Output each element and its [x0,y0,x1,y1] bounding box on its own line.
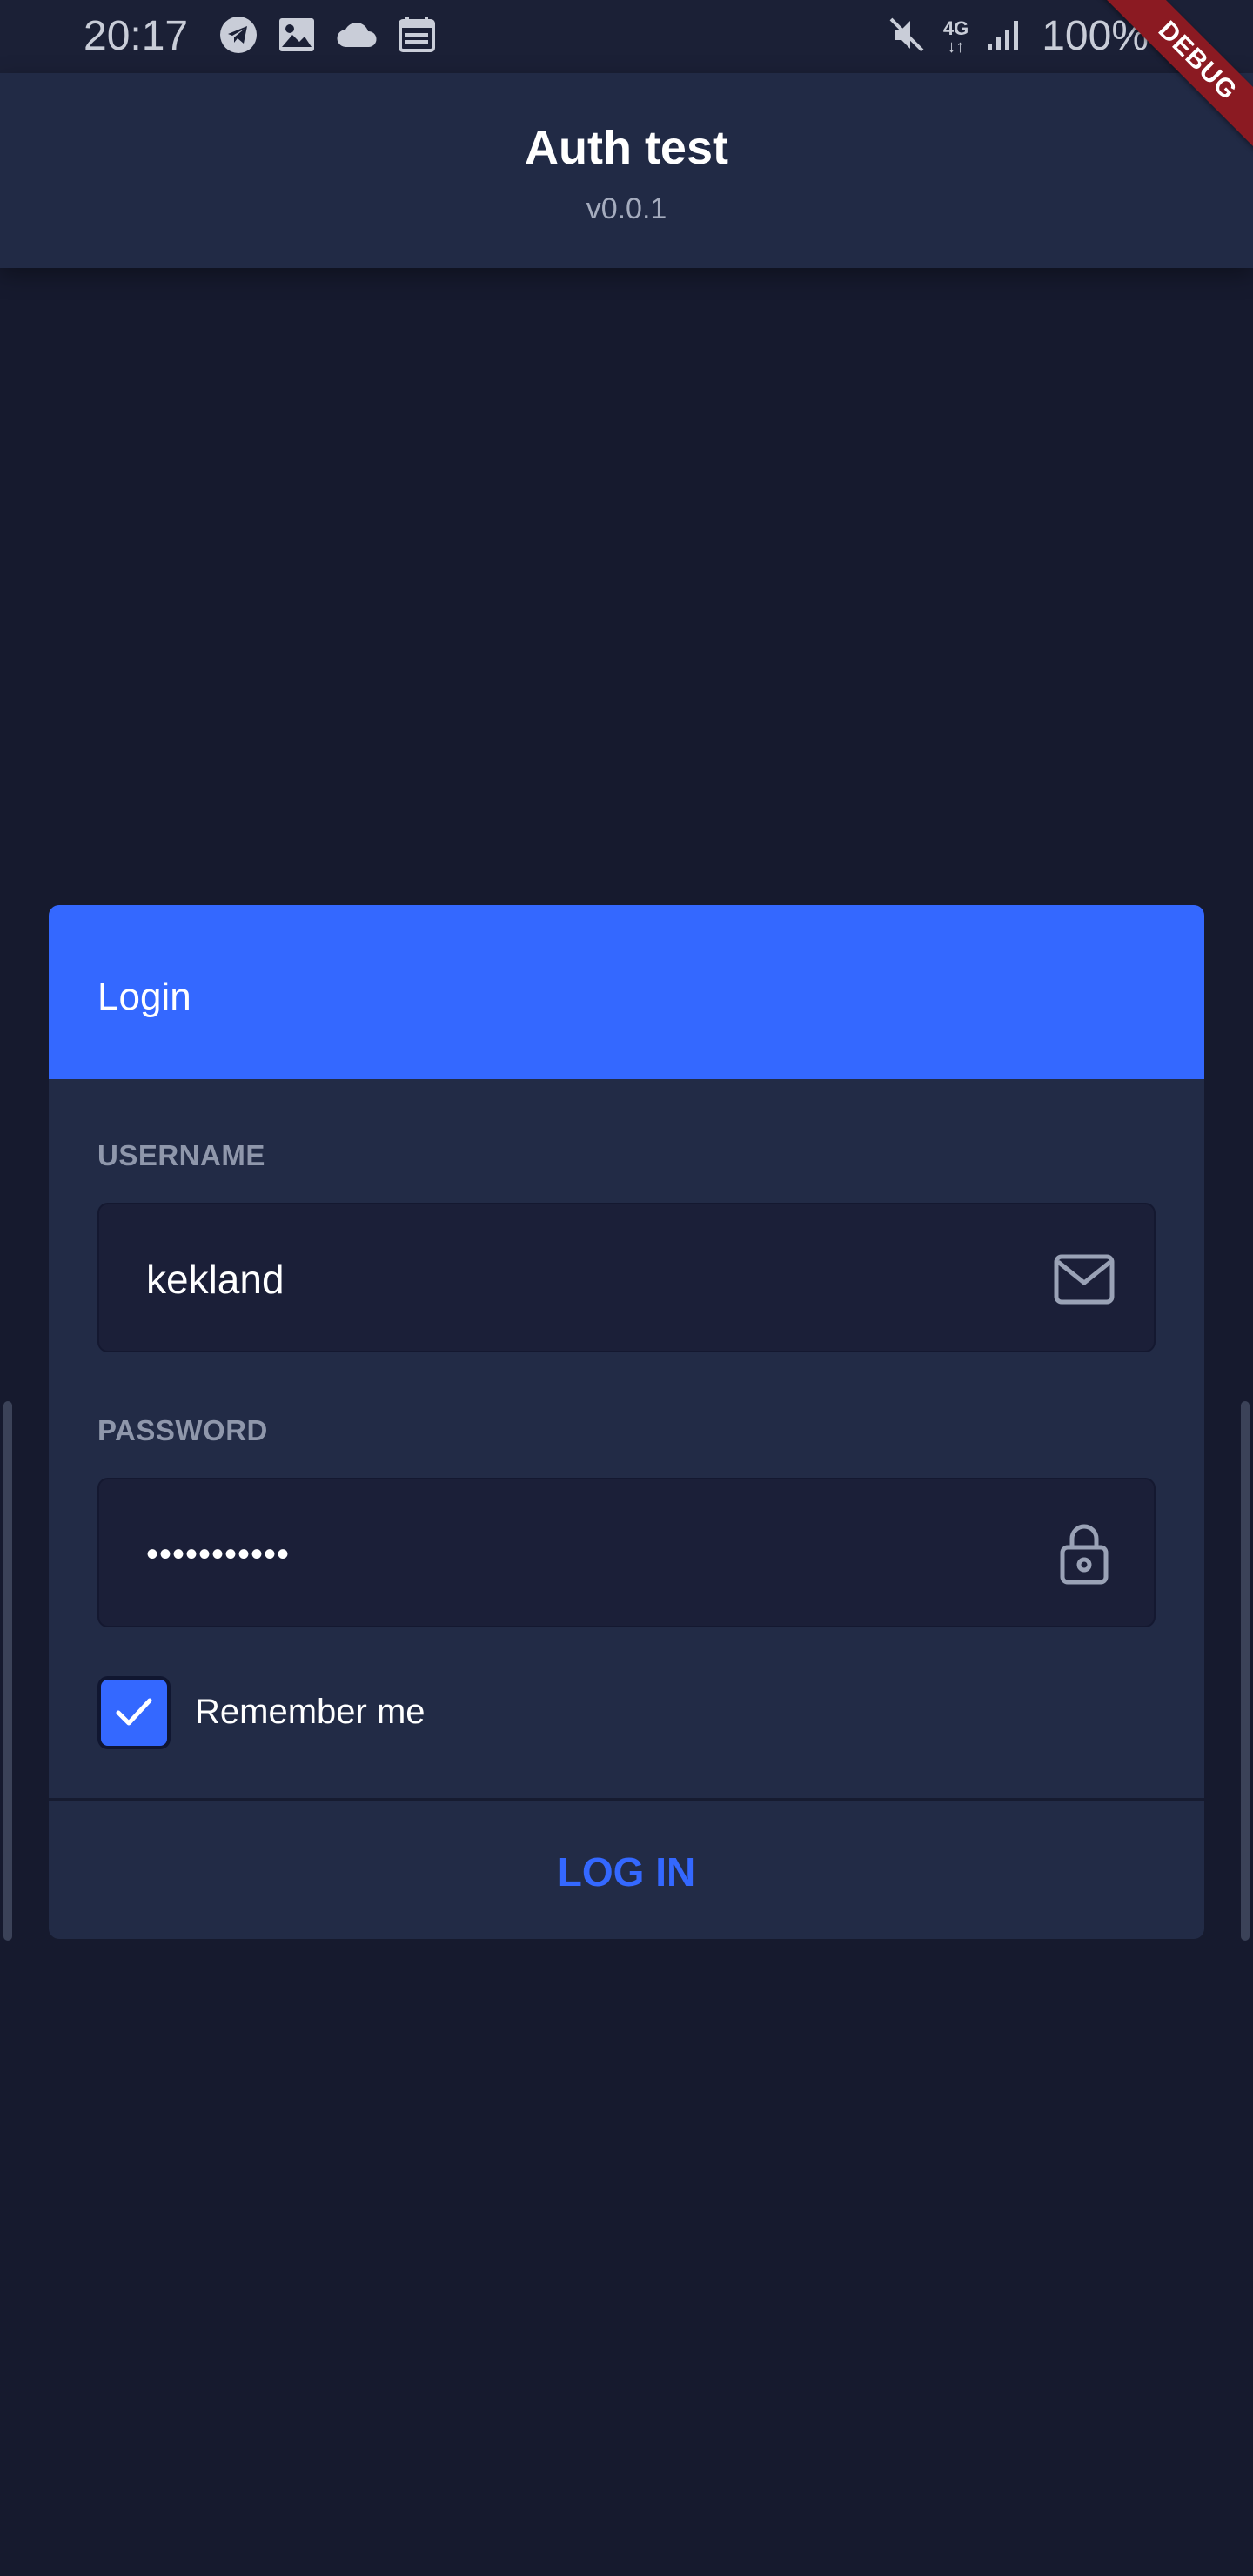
login-card-title: Login [97,976,191,1018]
login-card-header: Login [49,905,1204,1079]
network-label: 4G [942,17,969,39]
calendar-icon [399,17,435,57]
app-bar: Auth test v0.0.1 [0,73,1253,268]
mute-icon [888,16,926,58]
username-value: kekland [146,1257,285,1302]
cloud-icon [336,21,378,53]
status-time: 20:17 [84,13,189,59]
app-title: Auth test [525,122,728,174]
signal-icon [986,17,1024,57]
network-arrows: ↓↑ [947,37,965,57]
login-button-label: LOG IN [557,1849,696,1895]
remember-me-checkbox[interactable] [97,1676,171,1749]
login-button[interactable]: LOG IN [49,1801,1204,1939]
telegram-icon [219,16,258,58]
status-icons-left [219,16,435,58]
mail-icon [1053,1251,1116,1307]
app-version: v0.0.1 [586,192,667,225]
gallery-icon [278,17,315,57]
lock-icon [1058,1519,1110,1586]
right-scrollbar[interactable] [1241,1401,1250,1941]
left-scrollbar[interactable] [3,1401,12,1941]
debug-banner-label: DEBUG [1089,0,1253,169]
username-label: USERNAME [97,1139,265,1171]
checkmark-icon [116,1698,152,1726]
network-4g-icon: 4G ↓↑ [942,17,969,57]
status-bar: 20:17 4G ↓↑ 100% [0,0,1253,73]
username-field[interactable]: kekland [97,1203,1156,1352]
password-value: ••••••••••• [146,1535,291,1573]
login-card: Login USERNAME kekland PASSWORD ••••••••… [49,905,1204,1939]
password-field[interactable]: ••••••••••• [97,1478,1156,1627]
debug-banner: DEBUG [1079,0,1253,174]
remember-me-label[interactable]: Remember me [195,1690,425,1734]
password-label: PASSWORD [97,1414,268,1446]
